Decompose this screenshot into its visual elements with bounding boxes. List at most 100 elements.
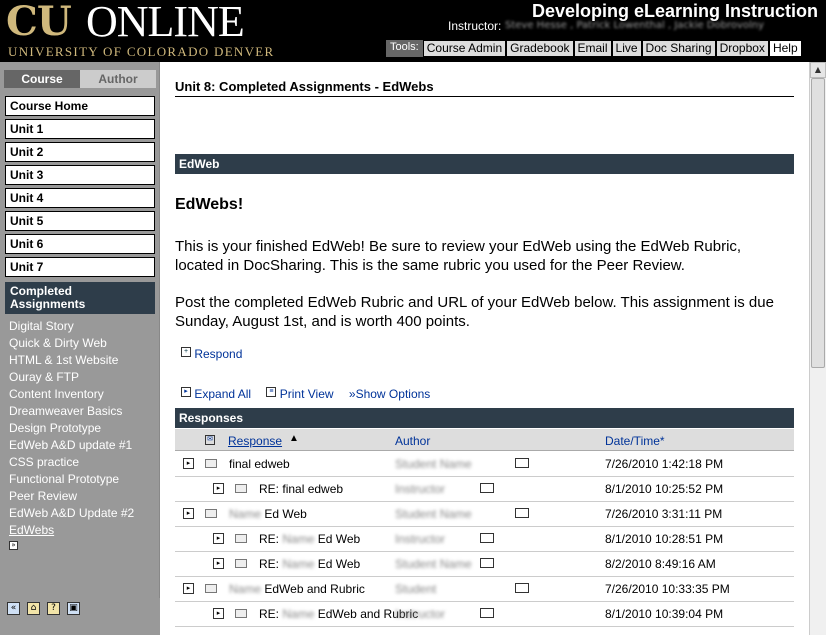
logo-cu[interactable]: CU	[6, 0, 72, 44]
show-options-link[interactable]: »Show Options	[349, 387, 430, 401]
expand-all-link[interactable]: ▸ Expand All	[181, 387, 254, 401]
redacted-name: Name	[282, 557, 315, 571]
table-row[interactable]: ▸ RE: Name Ed Web Student Name 8/2/2010 8:4…	[175, 552, 794, 577]
sidebar-link-peer-review[interactable]: Peer Review	[9, 489, 77, 503]
content-paragraph-1: This is your finished EdWeb! Be sure to …	[175, 238, 742, 274]
sort-date-header[interactable]: Date/Time*	[605, 434, 665, 448]
gradebook-button[interactable]: Gradebook	[506, 40, 574, 57]
content-paragraph-2: Post the completed EdWeb Rubric and URL …	[175, 294, 774, 330]
table-row[interactable]: ▸ RE: Name Ed Web Instructor 8/1/2010 10:28…	[175, 527, 794, 552]
response-subject[interactable]: Name Ed Web	[229, 507, 307, 521]
expand-thread-icon[interactable]: ▸	[213, 533, 224, 544]
sidebar-item-unit-6[interactable]: Unit 6	[5, 234, 155, 254]
scroll-up-icon[interactable]: ▲	[810, 62, 826, 78]
sort-response-header[interactable]: Response	[228, 434, 282, 448]
sidebar-item-unit-3[interactable]: Unit 3	[5, 165, 155, 185]
sidebar-item-unit-1[interactable]: Unit 1	[5, 119, 155, 139]
scroll-thumb[interactable]	[811, 78, 825, 368]
sidebar-item-unit-2[interactable]: Unit 2	[5, 142, 155, 162]
collapse-sidebar-icon[interactable]: «	[7, 602, 20, 615]
dropbox-button[interactable]: Dropbox	[715, 40, 769, 57]
sidebar-link-edweb-ad-update-1[interactable]: EdWeb A&D update #1	[9, 438, 132, 452]
expand-thread-icon[interactable]: ▸	[183, 508, 194, 519]
message-author-icon[interactable]	[515, 508, 529, 518]
subject-text: Ed Web	[264, 507, 307, 521]
sort-author-header[interactable]: Author	[395, 434, 430, 448]
expand-thread-icon[interactable]: ▸	[213, 608, 224, 619]
response-author: Student Name	[395, 557, 472, 571]
table-row[interactable]: ▸ final edweb Student Name 7/26/2010 1:42:1…	[175, 452, 794, 477]
response-subject[interactable]: final edweb	[229, 457, 290, 471]
response-subject[interactable]: RE: Name Ed Web	[259, 557, 360, 571]
print-view-link[interactable]: ≡ Print View	[266, 387, 337, 401]
sidebar-link-design-prototype[interactable]: Design Prototype	[9, 421, 101, 435]
table-row[interactable]: ▸ RE: Name EdWeb and Rubric Instructor 8/1/…	[175, 602, 794, 627]
respond-label: Respond	[194, 347, 243, 361]
response-subject[interactable]: Name EdWeb and Rubric	[229, 582, 365, 596]
response-date: 7/26/2010 1:42:18 PM	[605, 457, 724, 471]
vertical-scrollbar[interactable]: ▲	[809, 62, 826, 635]
table-row[interactable]: ▸ RE: final edweb Instructor 8/1/2010 10:25…	[175, 477, 794, 502]
sidebar-item-unit-5[interactable]: Unit 5	[5, 211, 155, 231]
sidebar-link-ouray-ftp[interactable]: Ouray & FTP	[9, 370, 79, 384]
sidebar-link-edwebs[interactable]: EdWebs	[9, 523, 54, 537]
section-header: EdWeb	[175, 154, 794, 174]
expand-thread-icon[interactable]: ▸	[213, 558, 224, 569]
sidebar-item-course-home[interactable]: Course Home	[5, 96, 155, 116]
help-icon[interactable]: ?	[47, 602, 60, 615]
sort-ascending-icon[interactable]: ▲	[289, 433, 299, 444]
expand-thread-icon[interactable]: ▸	[213, 483, 224, 494]
logo-online[interactable]: ONLINE	[86, 0, 245, 44]
table-row[interactable]: ▸ Name Ed Web Student Name 7/26/2010 3:31:1…	[175, 502, 794, 527]
message-author-icon[interactable]	[480, 608, 494, 618]
doc-sharing-button[interactable]: Doc Sharing	[641, 40, 716, 57]
tab-author[interactable]: Author	[80, 70, 156, 88]
message-author-icon[interactable]	[480, 558, 494, 568]
live-button[interactable]: Live	[611, 40, 642, 57]
response-author: Student Name	[395, 457, 472, 471]
envelope-icon	[235, 484, 247, 493]
sidebar-link-css-practice[interactable]: CSS practice	[9, 455, 79, 469]
message-author-icon[interactable]	[480, 483, 494, 493]
home-icon[interactable]: ⌂	[27, 602, 40, 615]
expand-thread-icon[interactable]: ▸	[183, 583, 194, 594]
expand-all-label: Expand All	[194, 387, 252, 401]
sidebar-item-completed-assignments[interactable]: Completed Assignments	[5, 282, 155, 314]
course-title: Developing eLearning Instruction	[531, 1, 818, 21]
envelope-icon	[205, 509, 217, 518]
sidebar-link-digital-story[interactable]: Digital Story	[9, 319, 74, 333]
sidebar-item-unit-4[interactable]: Unit 4	[5, 188, 155, 208]
sidebar-link-html-first-website[interactable]: HTML & 1st Website	[9, 353, 118, 367]
tab-course[interactable]: Course	[4, 70, 80, 88]
sidebar-link-functional-prototype[interactable]: Functional Prototype	[9, 472, 119, 486]
sidebar-item-unit-7[interactable]: Unit 7	[5, 257, 155, 277]
add-response-icon: +	[181, 347, 191, 357]
envelope-icon	[205, 584, 217, 593]
page-title: Unit 8: Completed Assignments - EdWebs	[175, 79, 434, 94]
email-button[interactable]: Email	[573, 40, 612, 57]
respond-link[interactable]: + Respond	[181, 347, 242, 361]
reply-prefix: RE:	[259, 532, 280, 546]
subject-text: final edweb	[229, 457, 290, 471]
expand-icon: ▸	[181, 387, 191, 397]
print-icon[interactable]: ▣	[67, 602, 80, 615]
expand-thread-icon[interactable]: ▸	[183, 458, 194, 469]
response-subject[interactable]: RE: final edweb	[259, 482, 343, 496]
table-row[interactable]: ▸ Name EdWeb and Rubric Student 7/26/2010 1…	[175, 577, 794, 602]
help-button[interactable]: Help	[768, 40, 802, 57]
message-author-icon[interactable]	[480, 533, 494, 543]
sidebar-link-dreamweaver-basics[interactable]: Dreamweaver Basics	[9, 404, 122, 418]
print-view-icon: ≡	[266, 387, 277, 397]
message-author-icon[interactable]	[515, 583, 529, 593]
sidebar-link-edweb-ad-update-2[interactable]: EdWeb A&D Update #2	[9, 506, 134, 520]
subject-text: Ed Web	[317, 557, 361, 571]
sidebar-footer: « ⌂ ? ▣	[0, 598, 160, 635]
collapse-icon[interactable]: »	[9, 541, 18, 550]
message-author-icon[interactable]	[515, 458, 529, 468]
response-date: 8/1/2010 10:28:51 PM	[605, 532, 724, 546]
response-subject[interactable]: RE: Name Ed Web	[259, 532, 360, 546]
redacted-name: Name	[229, 582, 262, 596]
course-admin-button[interactable]: Course Admin	[422, 40, 507, 57]
sidebar-link-content-inventory[interactable]: Content Inventory	[9, 387, 104, 401]
sidebar-link-quick-dirty-web[interactable]: Quick & Dirty Web	[9, 336, 107, 350]
